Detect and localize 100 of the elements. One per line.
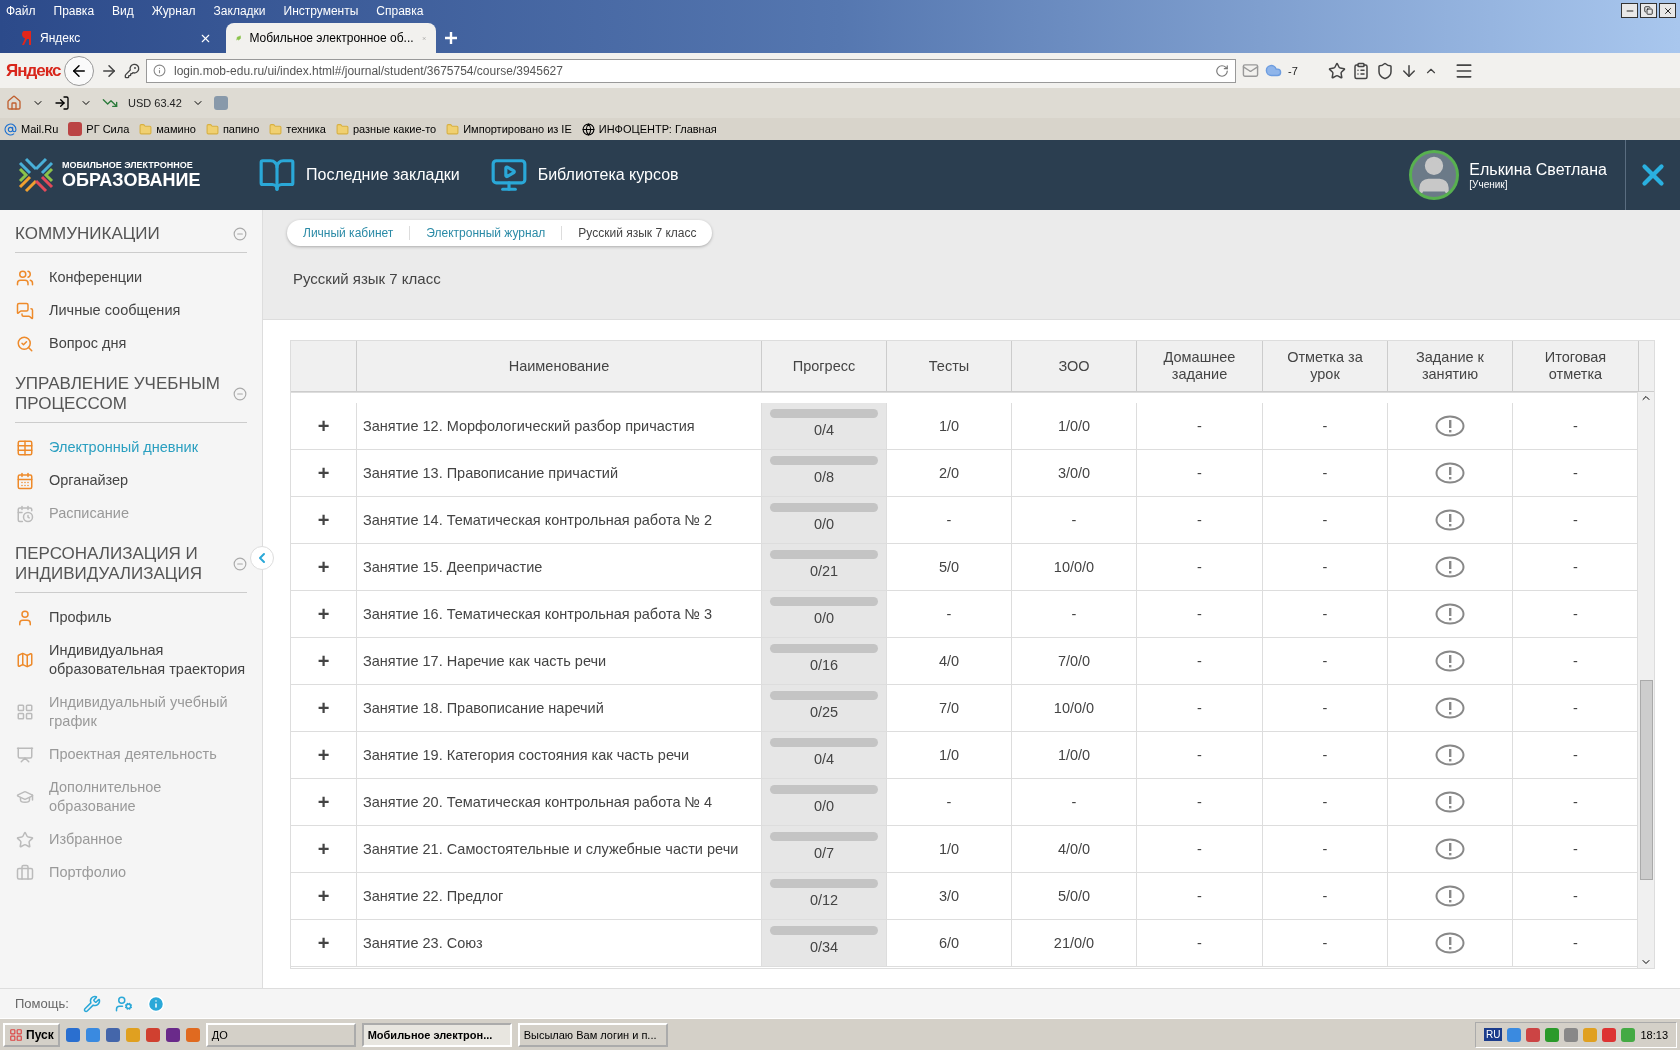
collapse-icon[interactable]: [233, 557, 247, 571]
quick-launch-icon[interactable]: [165, 1027, 180, 1042]
alert-icon[interactable]: [1435, 509, 1465, 531]
extension-icon[interactable]: [213, 96, 228, 110]
expand-button[interactable]: +: [317, 696, 330, 720]
key-icon[interactable]: [124, 62, 140, 79]
user-help-icon[interactable]: [114, 994, 133, 1013]
bookmark-link[interactable]: папино: [205, 122, 260, 136]
table-cell: -: [1137, 497, 1263, 543]
breadcrumb-link[interactable]: Русский язык 7 класс: [562, 226, 713, 240]
bookmark-link[interactable]: техника: [269, 122, 326, 136]
sidebar-item[interactable]: Вопрос дня: [15, 327, 247, 360]
reading-list-icon[interactable]: [1351, 61, 1370, 80]
collapse-sidebar-button[interactable]: [250, 546, 274, 570]
back-button[interactable]: [64, 55, 94, 86]
menu-item[interactable]: Закладки: [213, 3, 266, 18]
bookmark-star-icon[interactable]: [1327, 61, 1346, 80]
alert-icon[interactable]: [1435, 650, 1465, 672]
menu-item[interactable]: Инструменты: [283, 3, 359, 18]
expand-button[interactable]: +: [317, 414, 330, 438]
breadcrumb-link[interactable]: Личный кабинет: [287, 226, 411, 240]
menu-item[interactable]: Вид: [112, 3, 134, 18]
breadcrumb-link[interactable]: Электронный журнал: [410, 226, 563, 240]
browser-tab[interactable]: Мобильное электронное об...: [226, 23, 436, 53]
sidebar-item[interactable]: Профиль: [15, 601, 247, 634]
expand-button[interactable]: +: [317, 461, 330, 485]
menu-item[interactable]: Файл: [6, 3, 36, 18]
sidebar-item[interactable]: Личные сообщения: [15, 294, 247, 327]
expand-button[interactable]: +: [317, 743, 330, 767]
collapse-icon[interactable]: [233, 227, 247, 241]
taskbar-button[interactable]: Мобильное электрон...: [361, 1022, 512, 1047]
tray-icon[interactable]: [1545, 1027, 1560, 1042]
table-cell: 3/0: [887, 873, 1012, 919]
expand-button[interactable]: +: [317, 790, 330, 814]
alert-icon[interactable]: [1435, 744, 1465, 766]
tray-icon[interactable]: [1526, 1027, 1541, 1042]
menu-item[interactable]: Журнал: [151, 3, 196, 18]
bookmark-link[interactable]: мамино: [139, 122, 196, 136]
alert-icon[interactable]: [1435, 697, 1465, 719]
book-icon: [258, 156, 296, 194]
bookmark-link[interactable]: ИНФОЦЕНТР: Главная: [581, 122, 717, 136]
quick-launch-icon[interactable]: [65, 1027, 80, 1042]
alert-icon[interactable]: [1435, 556, 1465, 578]
alert-icon[interactable]: [1435, 791, 1465, 813]
alert-icon[interactable]: [1435, 415, 1465, 437]
bookmark-link[interactable]: Mail.Ru: [4, 122, 59, 136]
expand-button[interactable]: +: [317, 508, 330, 532]
alert-icon[interactable]: [1435, 932, 1465, 954]
menu-item[interactable]: Справка: [376, 3, 424, 18]
sidebar-item[interactable]: Конференции: [15, 261, 247, 294]
taskbar-button[interactable]: Высылаю Вам логин и п...: [517, 1022, 668, 1047]
expand-button[interactable]: +: [317, 602, 330, 626]
sidebar-item[interactable]: Органайзер: [15, 464, 247, 497]
alert-icon[interactable]: [1435, 885, 1465, 907]
header-link[interactable]: Библиотека курсов: [489, 156, 679, 194]
expand-button[interactable]: +: [317, 649, 330, 673]
expand-button[interactable]: +: [317, 884, 330, 908]
expand-button[interactable]: +: [317, 555, 330, 579]
alert-icon[interactable]: [1435, 838, 1465, 860]
address-text: login.mob-edu.ru/ui/index.html#/journal/student/3675754/course/3945627: [174, 63, 564, 78]
quick-launch-icon[interactable]: [105, 1027, 120, 1042]
alert-icon[interactable]: [1435, 603, 1465, 625]
close-button[interactable]: [1659, 3, 1676, 18]
mail-icon[interactable]: [1242, 62, 1259, 79]
minimize-button[interactable]: [1621, 3, 1638, 18]
tray-icon[interactable]: [1621, 1027, 1636, 1042]
table-cell: 5/0: [887, 544, 1012, 590]
new-tab-icon[interactable]: [444, 31, 458, 45]
tray-icon[interactable]: [1507, 1027, 1522, 1042]
column-header: Задание к занятию: [1388, 341, 1513, 391]
sidebar-item[interactable]: Индивидуальная образовательная траектория: [15, 634, 247, 686]
expand-button[interactable]: +: [317, 931, 330, 955]
reload-icon[interactable]: [1215, 63, 1229, 78]
address-field[interactable]: login.mob-edu.ru/ui/index.html#/journal/student/3675754/course/3945627: [146, 58, 1236, 83]
header-link[interactable]: Последние закладки: [258, 156, 460, 194]
start-button[interactable]: Пуск: [3, 1022, 60, 1047]
bookmark-link[interactable]: Импортировано из IE: [446, 122, 572, 136]
browser-tab[interactable]: Яндекс: [12, 23, 222, 53]
close-icon: [1662, 5, 1673, 16]
table-cell: -: [1137, 732, 1263, 778]
bookmark-link[interactable]: разные какие-то: [335, 122, 437, 136]
login-icon[interactable]: [54, 95, 70, 111]
collapse-icon[interactable]: [233, 387, 247, 401]
language-indicator[interactable]: RU: [1484, 1028, 1503, 1041]
expand-button[interactable]: +: [317, 837, 330, 861]
restore-button[interactable]: [1640, 3, 1657, 18]
scroll-thumb[interactable]: [1639, 680, 1653, 880]
tray-icon[interactable]: [1564, 1027, 1579, 1042]
info-icon[interactable]: [146, 994, 165, 1013]
bookmark-link[interactable]: РГ Сила: [68, 122, 130, 136]
quick-launch-icon[interactable]: [145, 1027, 160, 1042]
tools-icon[interactable]: [82, 994, 101, 1013]
table-cell: -: [1263, 685, 1388, 731]
taskbar-button[interactable]: ДО: [205, 1022, 356, 1047]
table-cell: 1/0: [887, 826, 1012, 872]
home-icon[interactable]: [6, 95, 22, 111]
clock: 18:13: [1640, 1028, 1668, 1041]
menu-item[interactable]: Правка: [53, 3, 95, 18]
tray-icon[interactable]: [1602, 1027, 1617, 1042]
alert-icon[interactable]: [1435, 462, 1465, 484]
